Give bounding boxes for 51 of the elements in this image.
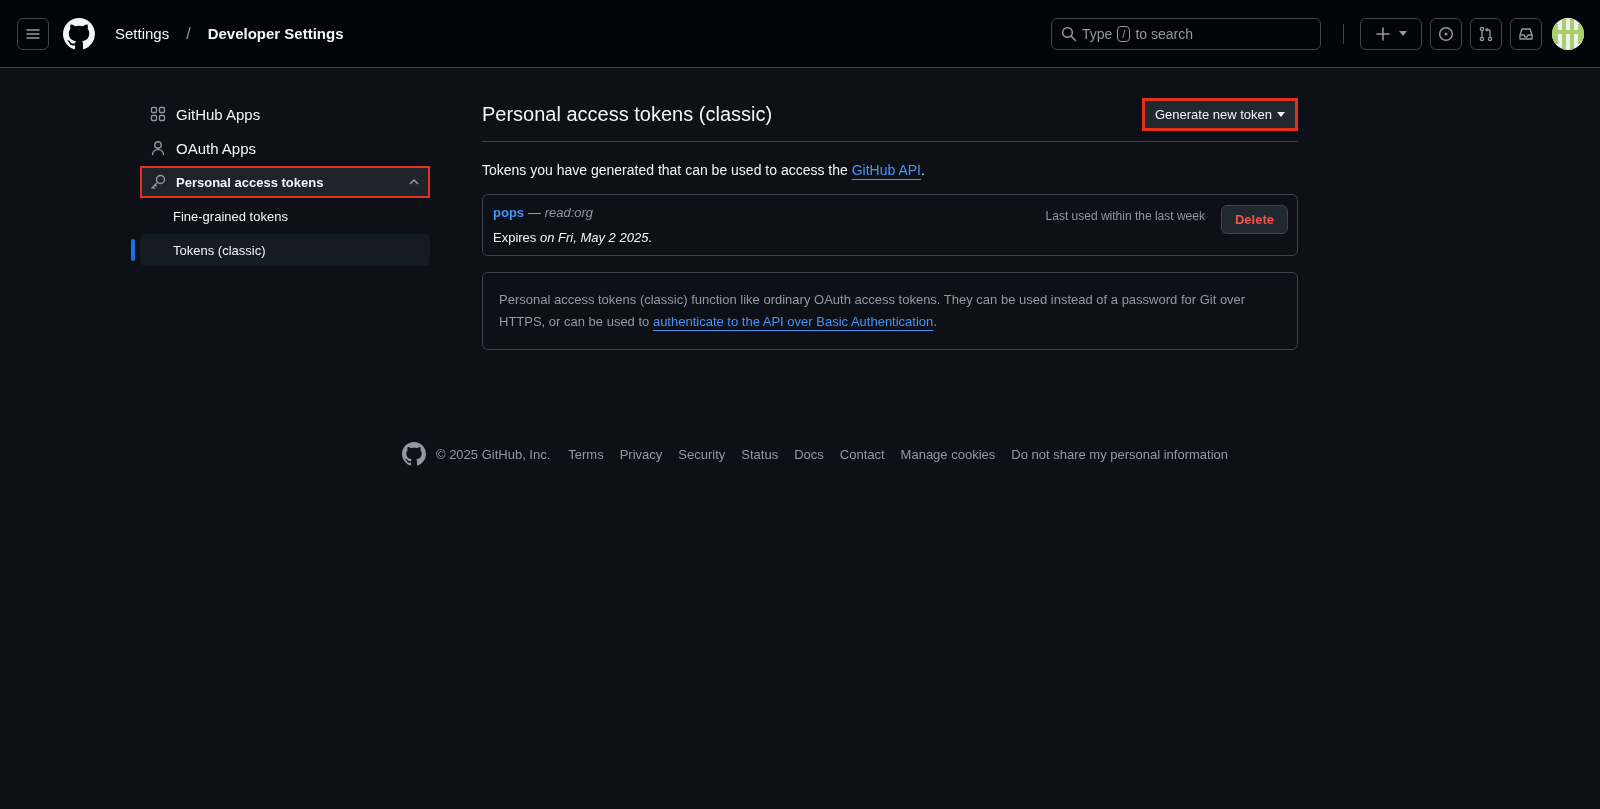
create-button[interactable]: [1360, 17, 1422, 50]
menu-button[interactable]: [17, 17, 49, 50]
search-placeholder: to search: [1135, 25, 1193, 42]
issues-button[interactable]: [1430, 17, 1462, 50]
breadcrumb-separator: /: [185, 24, 192, 43]
footer-link[interactable]: Security: [678, 446, 726, 462]
caret-icon: [1399, 31, 1407, 36]
octocat-logo-icon[interactable]: [63, 17, 95, 50]
inbox-icon: [1518, 25, 1534, 42]
chevron-icon: [408, 178, 420, 186]
breadcrumb-link[interactable]: Developer Settings: [203, 25, 348, 42]
sidebar-item[interactable]: Personal access tokens: [140, 166, 430, 198]
sidebar-item[interactable]: GitHub Apps: [140, 98, 430, 130]
grid-icon: [150, 106, 166, 122]
keyboard-key: /: [1117, 25, 1131, 42]
caret-icon: [1277, 112, 1285, 117]
footer-link[interactable]: Contact: [839, 446, 885, 462]
footer-link[interactable]: Privacy: [619, 446, 663, 462]
breadcrumb-link[interactable]: Settings: [111, 25, 174, 42]
intro-text: Tokens you have generated that can be used to access the GitHub API.: [482, 162, 926, 178]
footer-link[interactable]: Status: [741, 446, 779, 462]
page-title: Personal access tokens (classic): [482, 103, 773, 126]
person-icon: [150, 140, 166, 156]
avatar-icon[interactable]: [1552, 17, 1584, 50]
copyright-text: © 2025 GitHub, Inc.: [435, 446, 551, 462]
octocat-logo-icon[interactable]: [401, 442, 426, 466]
footer-link[interactable]: Manage cookies: [900, 446, 996, 462]
info-text: Personal access tokens (classic) function like ordinary OAuth access tokens. They can be used instead of a password for Git over HTTPS, or can be used to authenticate to the API over Basic Authentication.: [499, 291, 1247, 331]
sidebar-subitem[interactable]: Fine-grained tokens: [140, 200, 430, 232]
search-field[interactable]: Type / to search: [1051, 17, 1321, 50]
search-placeholder: Type: [1082, 25, 1113, 42]
footer-link[interactable]: Do not share my personal information: [1011, 446, 1229, 462]
selection-indicator: [131, 239, 135, 261]
token-name-link[interactable]: pops: [493, 205, 525, 220]
pull-requests-button[interactable]: [1470, 17, 1502, 50]
key-icon: [150, 174, 166, 190]
search-icon: [1061, 25, 1077, 42]
plus-icon: [1375, 25, 1391, 42]
sidebar-subitem[interactable]: Tokens (classic): [140, 234, 430, 266]
footer-link[interactable]: Docs: [794, 446, 824, 462]
inbox-button[interactable]: [1510, 17, 1542, 50]
github-api-link[interactable]: GitHub API: [851, 162, 921, 178]
token-expiry: Expires on Fri, May 2 2025.: [493, 230, 653, 245]
generate-token-button[interactable]: Generate new token: [1141, 98, 1298, 131]
last-used-text: Last used within the last week: [1045, 209, 1205, 223]
pull-request-icon: [1478, 25, 1494, 42]
circle-dot-icon: [1438, 25, 1454, 42]
sidebar-item[interactable]: OAuth Apps: [140, 132, 430, 164]
token-scope: — read:org: [528, 205, 594, 220]
delete-button[interactable]: Delete: [1220, 205, 1288, 234]
footer-link[interactable]: Terms: [568, 446, 604, 462]
